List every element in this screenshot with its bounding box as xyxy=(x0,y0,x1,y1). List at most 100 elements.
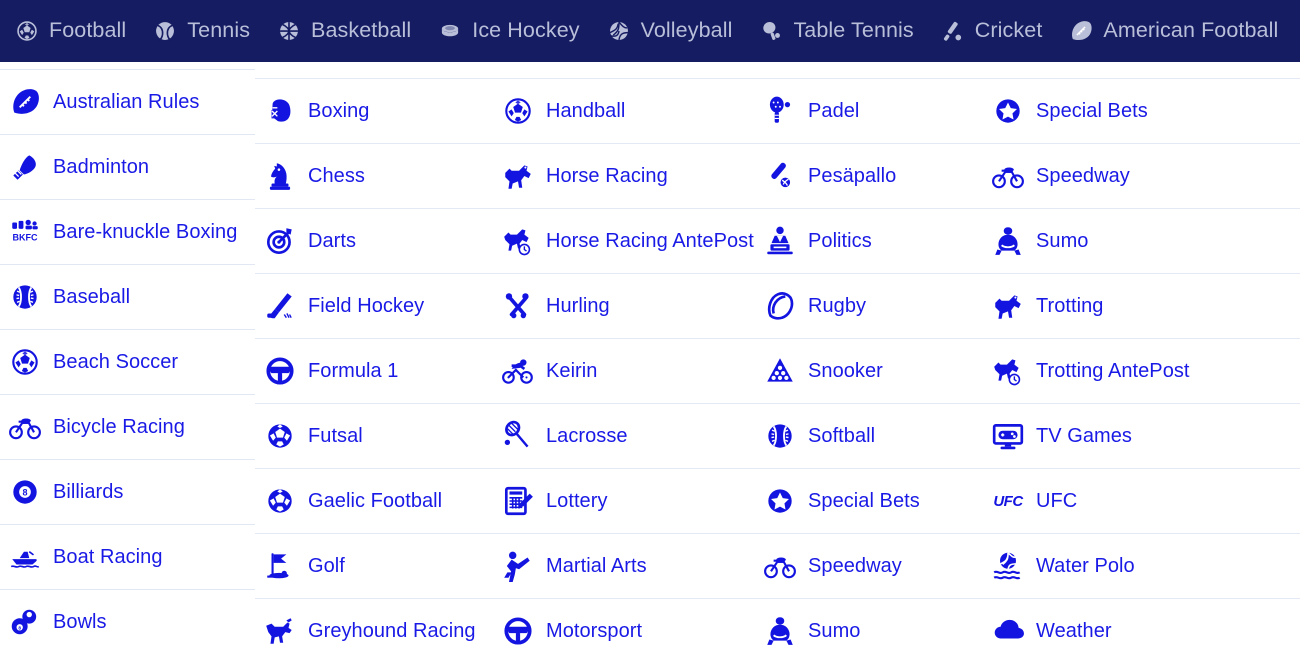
sport-item-horse-racing[interactable]: Horse Racing xyxy=(493,143,755,208)
nav-item-ice-hockey[interactable]: Ice Hockey xyxy=(437,0,605,62)
sport-item-label: Sumo xyxy=(1036,230,1089,252)
sport-item-futsal[interactable]: Futsal xyxy=(255,403,493,468)
sport-item-motorsport[interactable]: Motorsport xyxy=(493,598,755,663)
sport-item-label: Bare-knuckle Boxing xyxy=(53,221,238,243)
sports-grid: Australian Rules Badminton BKFC Bare-knuckl… xyxy=(0,62,1300,670)
baseball-icon xyxy=(8,280,42,314)
sport-item-label: Horse Racing AntePost xyxy=(546,230,754,252)
sport-item-field-hockey[interactable]: Field Hockey xyxy=(255,273,493,338)
sport-item-keirin[interactable]: Keirin xyxy=(493,338,755,403)
sport-item-horse-racing-antepost[interactable]: Horse Racing AntePost xyxy=(493,208,755,273)
nav-item-table-tennis[interactable]: Table Tennis xyxy=(758,0,939,62)
speedway-motorcycle-icon xyxy=(991,159,1025,193)
speedway-motorcycle-icon xyxy=(763,549,797,583)
sport-item-label: Darts xyxy=(308,230,357,252)
sport-item-label: Formula 1 xyxy=(308,360,399,382)
sport-item-boat-racing[interactable]: Boat Racing xyxy=(0,524,255,589)
table-tennis-paddle-icon xyxy=(758,18,784,44)
sport-item-label: Horse Racing xyxy=(546,165,668,187)
sport-item-rugby[interactable]: Rugby xyxy=(755,273,983,338)
sport-item-label: Speedway xyxy=(808,555,902,577)
sport-item-speedway[interactable]: Speedway xyxy=(983,143,1300,208)
sport-item-lacrosse[interactable]: Lacrosse xyxy=(493,403,755,468)
sport-item-beach-soccer[interactable]: Beach Soccer xyxy=(0,329,255,394)
sport-item-tv-games[interactable]: TV Games xyxy=(983,403,1300,468)
nav-item-volleyball[interactable]: Volleyball xyxy=(606,0,759,62)
sport-item-bicycle-racing[interactable]: Bicycle Racing xyxy=(0,394,255,459)
sport-item-hurling[interactable]: Hurling xyxy=(493,273,755,338)
steering-wheel-icon xyxy=(501,614,535,648)
nav-item-basketball[interactable]: Basketball xyxy=(276,0,437,62)
sport-item-softball[interactable]: Softball xyxy=(755,403,983,468)
sport-item-trotting[interactable]: Trotting xyxy=(983,273,1300,338)
sport-item-pes-pallo[interactable]: Pesäpallo xyxy=(755,143,983,208)
sport-item-australian-rules[interactable]: Australian Rules xyxy=(0,69,255,134)
sport-item-label: Futsal xyxy=(308,425,363,447)
nav-item-tennis[interactable]: Tennis xyxy=(152,0,276,62)
sport-item-bare-knuckle-boxing[interactable]: BKFC Bare-knuckle Boxing xyxy=(0,199,255,264)
sports-column-1: Australian Rules Badminton BKFC Bare-knuckl… xyxy=(0,62,255,654)
sport-item-snooker[interactable]: Snooker xyxy=(755,338,983,403)
sport-item-label: Gaelic Football xyxy=(308,490,443,512)
sport-item-special-bets[interactable]: Special Bets xyxy=(755,468,983,533)
sport-item-weather[interactable]: Weather xyxy=(983,598,1300,663)
sport-item-boxing[interactable]: Boxing xyxy=(255,78,493,143)
sport-item-label: Beach Soccer xyxy=(53,351,179,373)
sport-item-label: Politics xyxy=(808,230,872,252)
sport-item-darts[interactable]: Darts xyxy=(255,208,493,273)
eight-ball-icon: 8 xyxy=(8,475,42,509)
sport-item-label: Badminton xyxy=(53,156,150,178)
sport-item-sumo[interactable]: Sumo xyxy=(983,208,1300,273)
sport-item-badminton[interactable]: Badminton xyxy=(0,134,255,199)
sport-item-martial-arts[interactable]: Martial Arts xyxy=(493,533,755,598)
sport-item-padel[interactable]: Padel xyxy=(755,78,983,143)
sport-item-golf[interactable]: Golf xyxy=(255,533,493,598)
hockey-puck-icon xyxy=(437,18,463,44)
nav-item-label: Football xyxy=(49,18,127,43)
sport-item-label: Speedway xyxy=(1036,165,1130,187)
sumo-wrestler-icon xyxy=(991,224,1025,258)
svg-text:8: 8 xyxy=(22,488,27,498)
sport-item-speedway[interactable]: Speedway xyxy=(755,533,983,598)
gaelic-football-icon xyxy=(263,484,297,518)
sport-item-billiards[interactable]: 8 Billiards xyxy=(0,459,255,524)
softball-icon xyxy=(763,419,797,453)
sport-item-gaelic-football[interactable]: Gaelic Football xyxy=(255,468,493,533)
sport-item-chess[interactable]: Chess xyxy=(255,143,493,208)
sport-item-label: Lacrosse xyxy=(546,425,628,447)
keirin-cyclist-icon xyxy=(501,354,535,388)
sport-item-greyhound-racing[interactable]: Greyhound Racing xyxy=(255,598,493,663)
sport-item-special-bets[interactable]: Special Bets xyxy=(983,78,1300,143)
snooker-triangle-icon xyxy=(763,354,797,388)
greyhound-icon xyxy=(263,614,297,648)
nav-item-football[interactable]: Football xyxy=(14,0,152,62)
sport-item-formula-1[interactable]: Formula 1 xyxy=(255,338,493,403)
sport-item-handball[interactable]: Handball xyxy=(493,78,755,143)
sport-item-label: Martial Arts xyxy=(546,555,647,577)
nav-item-label: Cricket xyxy=(974,18,1043,43)
sport-item-ufc[interactable]: UFC UFC xyxy=(983,468,1300,533)
hurling-sticks-icon xyxy=(501,289,535,323)
padel-racket-icon xyxy=(763,94,797,128)
beach-soccer-icon xyxy=(8,345,42,379)
sport-item-bowls[interactable]: 8 Bowls xyxy=(0,589,255,654)
sport-item-politics[interactable]: Politics xyxy=(755,208,983,273)
sport-item-label: Hurling xyxy=(546,295,610,317)
sport-item-label: Snooker xyxy=(808,360,883,382)
lottery-ticket-icon xyxy=(501,484,535,518)
sport-item-trotting-antepost[interactable]: Trotting AntePost xyxy=(983,338,1300,403)
horse-clock-icon xyxy=(501,224,535,258)
nav-item-cricket[interactable]: Cricket xyxy=(940,0,1069,62)
sport-item-label: Greyhound Racing xyxy=(308,620,476,642)
sport-item-sumo[interactable]: Sumo xyxy=(755,598,983,663)
sports-column-4: Padel Pesäpallo Politics Rugby Snooker Softba… xyxy=(755,62,983,663)
sport-item-water-polo[interactable]: Water Polo xyxy=(983,533,1300,598)
martial-arts-kick-icon xyxy=(501,549,535,583)
basketball-icon xyxy=(276,18,302,44)
nav-item-american-football[interactable]: American Football xyxy=(1068,0,1300,62)
nav-item-label: Basketball xyxy=(311,18,412,43)
sport-item-lottery[interactable]: Lottery xyxy=(493,468,755,533)
cricket-bat-icon xyxy=(940,18,966,44)
sport-item-baseball[interactable]: Baseball xyxy=(0,264,255,329)
svg-text:8: 8 xyxy=(18,625,21,631)
